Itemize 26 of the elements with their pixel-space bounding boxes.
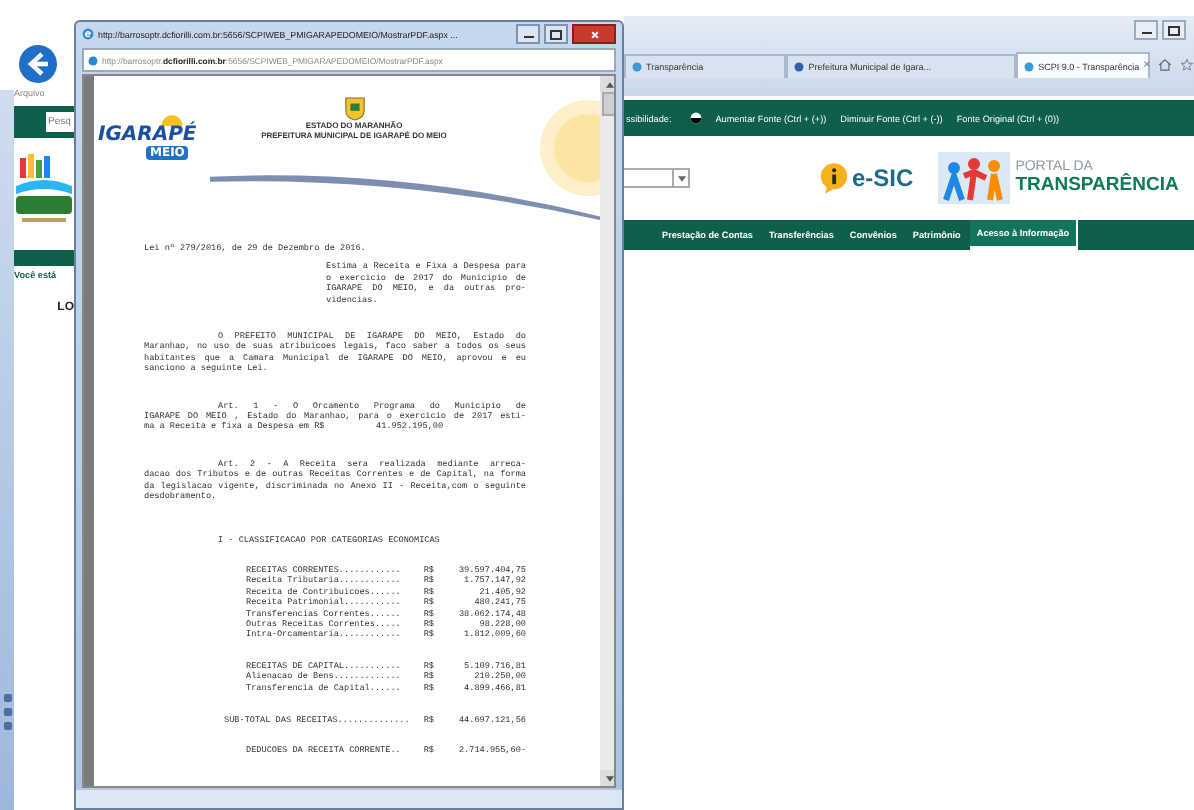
page-icon	[1024, 61, 1035, 71]
page-icon	[632, 62, 642, 72]
contrast-icon[interactable]	[689, 112, 702, 124]
close-icon	[587, 27, 601, 41]
star-icon[interactable]	[1180, 58, 1194, 72]
crest-icon	[343, 96, 365, 122]
maximize-button[interactable]	[1162, 20, 1186, 40]
scrollbar[interactable]	[600, 76, 614, 786]
esic-logo[interactable]: e-SIC	[820, 162, 914, 194]
browser-icon	[88, 55, 98, 65]
minimize-button[interactable]	[516, 24, 540, 44]
page-icon	[794, 62, 805, 72]
dropdown-field[interactable]	[624, 168, 690, 188]
back-button[interactable]	[18, 44, 58, 84]
dropdown-arrow-icon[interactable]	[672, 170, 688, 186]
info-bubble-icon	[820, 162, 848, 194]
scroll-up-icon[interactable]	[600, 76, 614, 92]
scroll-thumb[interactable]	[602, 92, 614, 116]
scroll-down-icon[interactable]	[600, 770, 614, 786]
close-button[interactable]	[572, 24, 616, 44]
minimize-button[interactable]	[1134, 20, 1158, 40]
browser-icon	[82, 28, 94, 40]
nav-bar	[14, 250, 74, 266]
home-icon[interactable]	[1158, 58, 1173, 72]
people-icon	[937, 152, 1010, 204]
maximize-button[interactable]	[544, 24, 568, 44]
